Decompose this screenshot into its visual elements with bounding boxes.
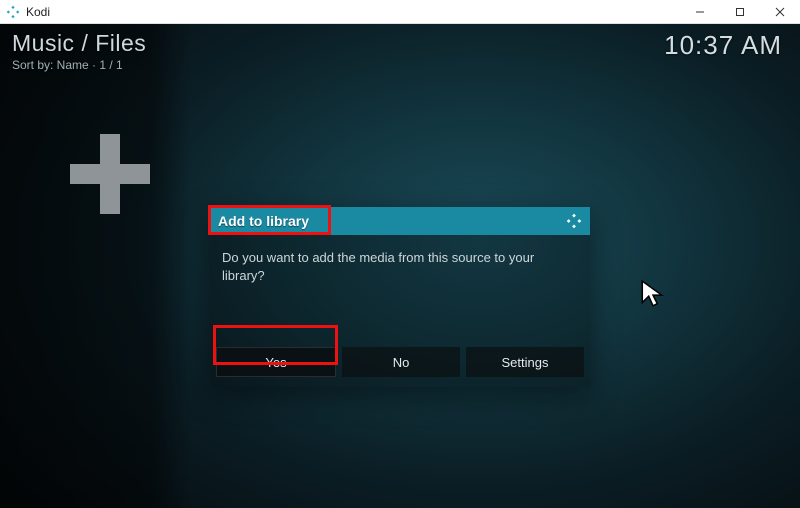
dialog-actions: Yes No Settings xyxy=(210,347,590,387)
breadcrumb-block: Music / Files Sort by: Name · 1 / 1 xyxy=(12,30,146,72)
dialog-title: Add to library xyxy=(218,213,309,229)
dialog-message: Do you want to add the media from this s… xyxy=(210,235,590,347)
window-titlebar: Kodi xyxy=(0,0,800,24)
breadcrumb: Music / Files xyxy=(12,30,146,57)
kodi-app-icon xyxy=(6,5,20,19)
add-source-tile[interactable] xyxy=(60,124,160,224)
mouse-cursor-icon xyxy=(640,279,666,314)
window-title: Kodi xyxy=(26,5,50,19)
kodi-logo-icon xyxy=(566,213,582,229)
left-shade xyxy=(0,24,190,508)
add-to-library-dialog: Add to library Do you want to add the me… xyxy=(210,207,590,387)
dialog-settings-button[interactable]: Settings xyxy=(466,347,584,377)
dialog-no-button[interactable]: No xyxy=(342,347,460,377)
sort-indicator: Sort by: Name · 1 / 1 xyxy=(12,58,146,72)
window-close-button[interactable] xyxy=(760,0,800,24)
clock: 10:37 AM xyxy=(664,30,782,61)
dialog-header: Add to library xyxy=(210,207,590,235)
dialog-yes-button[interactable]: Yes xyxy=(216,347,336,377)
kodi-viewport: Music / Files Sort by: Name · 1 / 1 10:3… xyxy=(0,24,800,508)
window-maximize-button[interactable] xyxy=(720,0,760,24)
window-minimize-button[interactable] xyxy=(680,0,720,24)
plus-icon xyxy=(70,134,150,214)
